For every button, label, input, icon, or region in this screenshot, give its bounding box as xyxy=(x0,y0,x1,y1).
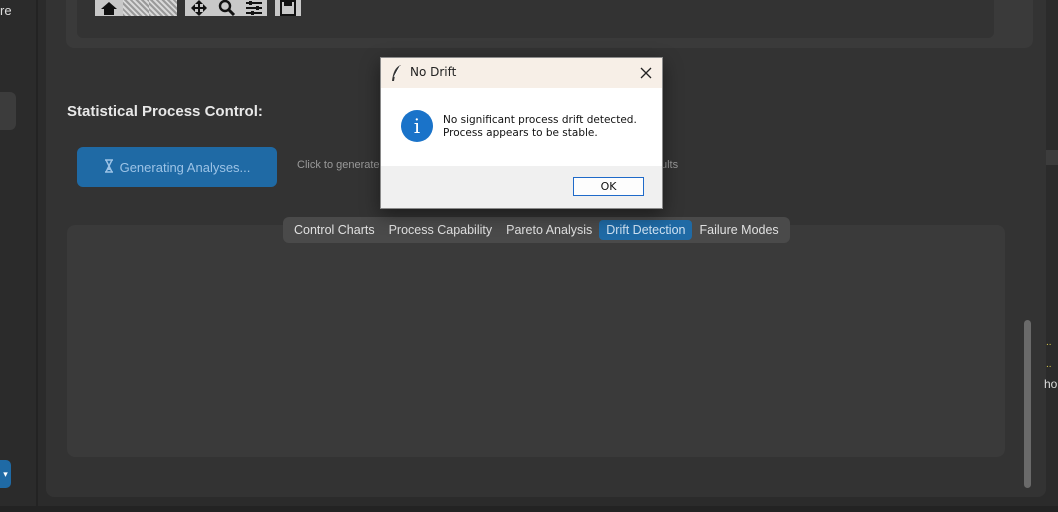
tab-drift-detection[interactable]: Drift Detection xyxy=(599,220,693,240)
left-sidebar-partial-text: re xyxy=(0,3,12,18)
close-icon[interactable] xyxy=(639,65,653,79)
feather-icon xyxy=(391,65,403,85)
right-panel-dots: .. xyxy=(1046,337,1052,348)
dialog-message-line2: Process appears to be stable. xyxy=(443,127,598,139)
plot-navigation-toolbar xyxy=(95,0,301,16)
right-panel-partial-text: ho xyxy=(1044,377,1058,391)
generate-button-label: Generating Analyses... xyxy=(119,159,251,175)
bottom-border xyxy=(0,506,1058,512)
generate-analyses-button[interactable]: Generating Analyses... xyxy=(77,147,277,187)
info-icon: i xyxy=(401,110,433,142)
dialog-title: No Drift xyxy=(410,65,457,79)
tab-process-capability[interactable]: Process Capability xyxy=(382,220,500,240)
pan-icon[interactable] xyxy=(185,0,213,16)
hourglass-icon xyxy=(104,158,114,176)
tab-pareto-analysis[interactable]: Pareto Analysis xyxy=(499,220,599,240)
message-dialog: No Drift i No significant process drift … xyxy=(380,57,663,209)
scrollbar-thumb[interactable] xyxy=(1024,320,1031,488)
back-icon[interactable] xyxy=(123,0,149,16)
tab-failure-modes[interactable]: Failure Modes xyxy=(692,220,785,240)
hint-text: Click to generate xyxy=(297,159,380,171)
dialog-message-line1: No significant process drift detected. xyxy=(443,114,637,126)
left-sidebar-dropdown[interactable]: ▾ xyxy=(0,460,11,488)
right-panel xyxy=(1046,0,1058,512)
right-panel-element xyxy=(1046,150,1058,165)
hint-text-tail: ults xyxy=(661,159,679,171)
configure-icon[interactable] xyxy=(241,0,267,16)
section-title: Statistical Process Control: xyxy=(67,103,263,120)
forward-icon[interactable] xyxy=(149,0,177,16)
ok-button[interactable]: OK xyxy=(573,177,644,196)
sidebar-divider xyxy=(36,0,38,512)
tab-selector: Control Charts Process Capability Pareto… xyxy=(283,217,790,243)
tabview-content xyxy=(67,225,1005,457)
left-sidebar xyxy=(0,0,36,512)
tab-control-charts[interactable]: Control Charts xyxy=(287,220,382,240)
dialog-titlebar[interactable]: No Drift xyxy=(381,58,662,88)
home-icon[interactable] xyxy=(95,0,123,16)
save-icon[interactable] xyxy=(275,0,301,16)
zoom-icon[interactable] xyxy=(213,0,241,16)
left-sidebar-button[interactable] xyxy=(0,92,16,130)
right-panel-dots: .. xyxy=(1046,359,1052,370)
